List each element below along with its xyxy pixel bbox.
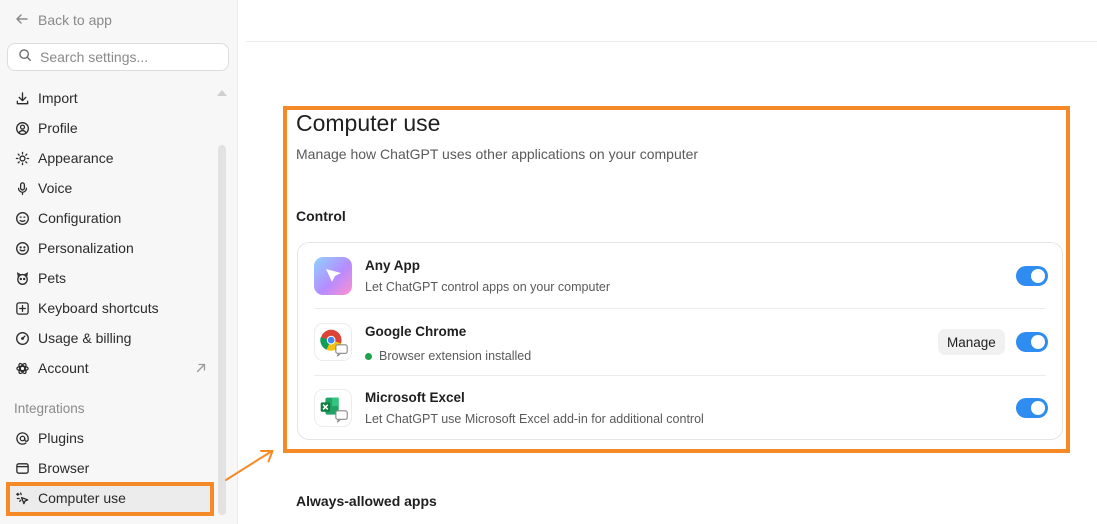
sidebar-item-label: Appearance bbox=[38, 150, 114, 166]
any-app-toggle[interactable] bbox=[1016, 266, 1048, 286]
openai-logo-icon bbox=[14, 360, 30, 376]
sidebar-item-label: Pets bbox=[38, 270, 67, 286]
header-divider bbox=[246, 41, 1097, 42]
app-row-microsoft-excel: Microsoft Excel Let ChatGPT use Microsof… bbox=[298, 375, 1064, 441]
keyboard-plus-icon bbox=[14, 300, 30, 316]
external-link-icon bbox=[196, 363, 206, 373]
settings-sidebar: Back to app Import Profile Appearance Vo… bbox=[0, 0, 238, 524]
sidebar-item-label: Personalization bbox=[38, 240, 134, 256]
app-name: Microsoft Excel bbox=[365, 390, 465, 405]
microsoft-excel-toggle[interactable] bbox=[1016, 398, 1048, 418]
app-description: Let ChatGPT control apps on your compute… bbox=[365, 280, 610, 294]
sidebar-item-profile[interactable]: Profile bbox=[14, 117, 214, 139]
sidebar-item-configuration[interactable]: Configuration bbox=[14, 207, 214, 229]
scroll-up-arrow[interactable] bbox=[217, 90, 227, 96]
integrations-section-label: Integrations bbox=[14, 401, 85, 416]
app-row-any-app: Any App Let ChatGPT control apps on your… bbox=[298, 243, 1064, 309]
app-description: Browser extension installed bbox=[365, 349, 531, 363]
back-to-app-link[interactable]: Back to app bbox=[14, 10, 112, 30]
app-description-text: Let ChatGPT control apps on your compute… bbox=[365, 280, 611, 294]
app-description-text: Let ChatGPT use Microsoft Excel add-in f… bbox=[365, 412, 704, 426]
search-settings-input[interactable] bbox=[40, 49, 220, 65]
microphone-icon bbox=[14, 180, 30, 196]
sidebar-item-import[interactable]: Import bbox=[14, 87, 214, 109]
sidebar-item-label: Voice bbox=[38, 180, 73, 196]
control-apps-card: Any App Let ChatGPT control apps on your… bbox=[297, 242, 1063, 440]
at-icon bbox=[14, 430, 30, 446]
microsoft-excel-icon bbox=[314, 389, 352, 427]
search-settings-field[interactable] bbox=[7, 43, 229, 71]
arrow-left-icon bbox=[14, 11, 30, 30]
sidebar-item-label: Usage & billing bbox=[38, 330, 132, 346]
toggle-knob bbox=[1031, 401, 1045, 415]
sidebar-item-appearance[interactable]: Appearance bbox=[14, 147, 214, 169]
sun-icon bbox=[14, 150, 30, 166]
always-allowed-apps-heading: Always-allowed apps bbox=[296, 493, 437, 509]
settings-face-icon bbox=[14, 210, 30, 226]
page-subtitle: Manage how ChatGPT uses other applicatio… bbox=[296, 146, 699, 162]
installed-status-dot bbox=[365, 352, 372, 360]
back-to-app-label: Back to app bbox=[38, 12, 112, 28]
sidebar-item-label: Account bbox=[38, 360, 89, 376]
toggle-knob bbox=[1031, 269, 1045, 283]
sidebar-item-voice[interactable]: Voice bbox=[14, 177, 214, 199]
sidebar-item-label: Import bbox=[38, 90, 78, 106]
sidebar-item-plugins[interactable]: Plugins bbox=[14, 427, 214, 449]
sidebar-item-usage-billing[interactable]: Usage & billing bbox=[14, 327, 214, 349]
sidebar-item-label: Profile bbox=[38, 120, 78, 136]
sidebar-item-account[interactable]: Account bbox=[14, 357, 214, 379]
pet-icon bbox=[14, 270, 30, 286]
cursor-sparkle-icon bbox=[14, 490, 30, 506]
manage-button[interactable]: Manage bbox=[938, 329, 1005, 355]
user-circle-icon bbox=[14, 120, 30, 136]
app-description-text: Browser extension installed bbox=[379, 349, 532, 363]
sidebar-item-label: Plugins bbox=[38, 430, 84, 446]
toggle-knob bbox=[1031, 335, 1045, 349]
control-section-heading: Control bbox=[296, 208, 346, 224]
smile-icon bbox=[14, 240, 30, 256]
sidebar-item-label: Keyboard shortcuts bbox=[38, 300, 159, 316]
google-chrome-icon bbox=[314, 323, 352, 361]
app-name: Any App bbox=[365, 258, 420, 273]
google-chrome-toggle[interactable] bbox=[1016, 332, 1048, 352]
browser-window-icon bbox=[14, 460, 30, 476]
sidebar-item-computer-use[interactable]: Computer use bbox=[14, 487, 214, 509]
sidebar-item-personalization[interactable]: Personalization bbox=[14, 237, 214, 259]
sidebar-item-browser[interactable]: Browser bbox=[14, 457, 214, 479]
annotation-arrow bbox=[225, 450, 274, 481]
download-icon bbox=[14, 90, 30, 106]
sidebar-item-pets[interactable]: Pets bbox=[14, 267, 214, 289]
gauge-icon bbox=[14, 330, 30, 346]
sidebar-item-label: Browser bbox=[38, 460, 90, 476]
sidebar-item-keyboard-shortcuts[interactable]: Keyboard shortcuts bbox=[14, 297, 214, 319]
search-icon bbox=[18, 48, 32, 67]
sidebar-item-label: Computer use bbox=[38, 490, 126, 506]
any-app-icon bbox=[314, 257, 352, 295]
app-name: Google Chrome bbox=[365, 324, 467, 339]
sidebar-item-label: Configuration bbox=[38, 210, 122, 226]
page-title: Computer use bbox=[296, 110, 441, 136]
app-description: Let ChatGPT use Microsoft Excel add-in f… bbox=[365, 412, 704, 426]
app-row-google-chrome: Google Chrome Browser extension installe… bbox=[298, 309, 1064, 375]
